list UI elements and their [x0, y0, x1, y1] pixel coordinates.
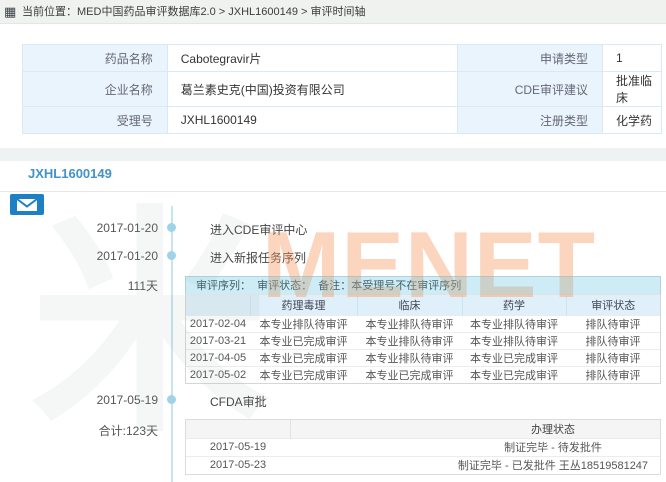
table-header-row: 办理状态: [186, 420, 660, 438]
cell: 本专业已完成审评: [357, 366, 462, 383]
event-date: 2017-01-20: [0, 221, 158, 235]
cell: 本专业已完成审评: [462, 366, 566, 383]
review-sequence-header: 审评序列： 审评状态： 备注：本受理号不在审评序列: [186, 277, 660, 295]
event-date: 2017-01-20: [0, 249, 158, 263]
review-sequence-panel: 审评序列： 审评状态： 备注：本受理号不在审评序列 药理毒理 临床 药学 审评状…: [185, 276, 661, 384]
drug-info-table: 药品名称 Cabotegravir片 申请类型 1 企业名称 葛兰素史克(中国)…: [22, 44, 662, 134]
table-row: 药品名称 Cabotegravir片 申请类型 1: [23, 45, 662, 72]
approval-status-panel: 办理状态 2017-05-19 制证完毕 - 待发批件 2017-05-23 制…: [185, 419, 661, 475]
registration-type-value: 化学药: [603, 107, 662, 134]
approval-status-table: 办理状态 2017-05-19 制证完毕 - 待发批件 2017-05-23 制…: [186, 420, 660, 474]
drug-name-value: Cabotegravir片: [167, 45, 458, 72]
cell: 本专业已完成审评: [250, 332, 357, 349]
cell: 2017-04-05: [186, 349, 250, 366]
cell: 排队待审评: [566, 332, 660, 349]
cell: [290, 438, 446, 456]
company-value: 葛兰素史克(中国)投资有限公司: [167, 72, 458, 107]
section-divider: [0, 148, 666, 161]
cell: 本专业已完成审评: [250, 349, 357, 366]
cell: 本专业已完成审评: [250, 366, 357, 383]
table-row: 2017-05-23 制证完毕 - 已发批件 王丛18519581247: [186, 456, 660, 474]
acceptance-no-label: 受理号: [23, 107, 168, 134]
timeline-dot: [167, 251, 176, 260]
col-spacer: [290, 420, 446, 438]
panel-divider: [0, 191, 666, 192]
cde-advice-label: CDE审评建议: [458, 72, 603, 107]
drug-name-label: 药品名称: [23, 45, 168, 72]
table-row: 2017-03-21 本专业已完成审评 本专业排队待审评 本专业排队待审评 排队…: [186, 332, 660, 349]
table-row: 2017-05-02 本专业已完成审评 本专业已完成审评 本专业已完成审评 排队…: [186, 366, 660, 383]
application-type-label: 申请类型: [458, 45, 603, 72]
duration-label: 111天: [0, 277, 158, 294]
cell: 本专业排队待审评: [357, 315, 462, 332]
col-pharmacy: 药学: [462, 295, 566, 315]
cell: 本专业排队待审评: [462, 315, 566, 332]
table-row: 受理号 JXHL1600149 注册类型 化学药: [23, 107, 662, 134]
event-label: 进入新报任务序列: [210, 249, 306, 266]
cell: 排队待审评: [566, 366, 660, 383]
col-handling-status: 办理状态: [446, 420, 660, 438]
col-date: [186, 420, 290, 438]
event-label: 进入CDE审评中心: [210, 221, 307, 238]
cell: 2017-02-04: [186, 315, 250, 332]
cell: 本专业排队待审评: [357, 332, 462, 349]
cell: 制证完毕 - 已发批件 王丛18519581247: [446, 456, 660, 474]
table-row: 企业名称 葛兰素史克(中国)投资有限公司 CDE审评建议 批准临床: [23, 72, 662, 107]
cell: [290, 456, 446, 474]
review-status-table: 药理毒理 临床 药学 审评状态 2017-02-04 本专业排队待审评 本专业排…: [186, 295, 660, 383]
page: ▦ 当前位置：MED中国药品审评数据库2.0 > JXHL1600149 > 审…: [0, 0, 666, 482]
cell: 排队待审评: [566, 349, 660, 366]
event-label: CFDA审批: [210, 393, 267, 410]
cell: 本专业排队待审评: [462, 332, 566, 349]
timeline-dot: [167, 223, 176, 232]
col-review-status: 审评状态: [566, 295, 660, 315]
cell: 排队待审评: [566, 315, 660, 332]
registration-type-label: 注册类型: [458, 107, 603, 134]
cell: 2017-05-19: [186, 438, 290, 456]
cell: 2017-05-23: [186, 456, 290, 474]
col-date: [186, 295, 250, 315]
cell: 2017-05-02: [186, 366, 250, 383]
cell: 制证完毕 - 待发批件: [446, 438, 660, 456]
breadcrumb[interactable]: ▦ 当前位置：MED中国药品审评数据库2.0 > JXHL1600149 > 审…: [0, 0, 666, 24]
table-row: 2017-04-05 本专业已完成审评 本专业排队待审评 本专业已完成审评 排队…: [186, 349, 660, 366]
col-pharmacology: 药理毒理: [250, 295, 357, 315]
timeline-line: [171, 206, 173, 482]
acceptance-no-value: JXHL1600149: [167, 107, 458, 134]
table-row: 2017-05-19 制证完毕 - 待发批件: [186, 438, 660, 456]
section-title: JXHL1600149: [28, 166, 112, 181]
breadcrumb-text: 当前位置：MED中国药品审评数据库2.0 > JXHL1600149 > 审评时…: [22, 6, 366, 18]
event-date: 2017-05-19: [0, 393, 158, 407]
table-row: 2017-02-04 本专业排队待审评 本专业排队待审评 本专业排队待审评 排队…: [186, 315, 660, 332]
grid-icon: ▦: [4, 0, 16, 24]
cell: 本专业已完成审评: [462, 349, 566, 366]
cell: 本专业排队待审评: [357, 349, 462, 366]
cde-advice-value: 批准临床: [603, 72, 662, 107]
cell: 本专业排队待审评: [250, 315, 357, 332]
mail-icon[interactable]: [10, 194, 44, 215]
cell: 2017-03-21: [186, 332, 250, 349]
application-type-value: 1: [603, 45, 662, 72]
table-header-row: 药理毒理 临床 药学 审评状态: [186, 295, 660, 315]
total-days-label: 合计:123天: [0, 422, 158, 439]
col-clinical: 临床: [357, 295, 462, 315]
company-label: 企业名称: [23, 72, 168, 107]
timeline-dot: [167, 395, 176, 404]
